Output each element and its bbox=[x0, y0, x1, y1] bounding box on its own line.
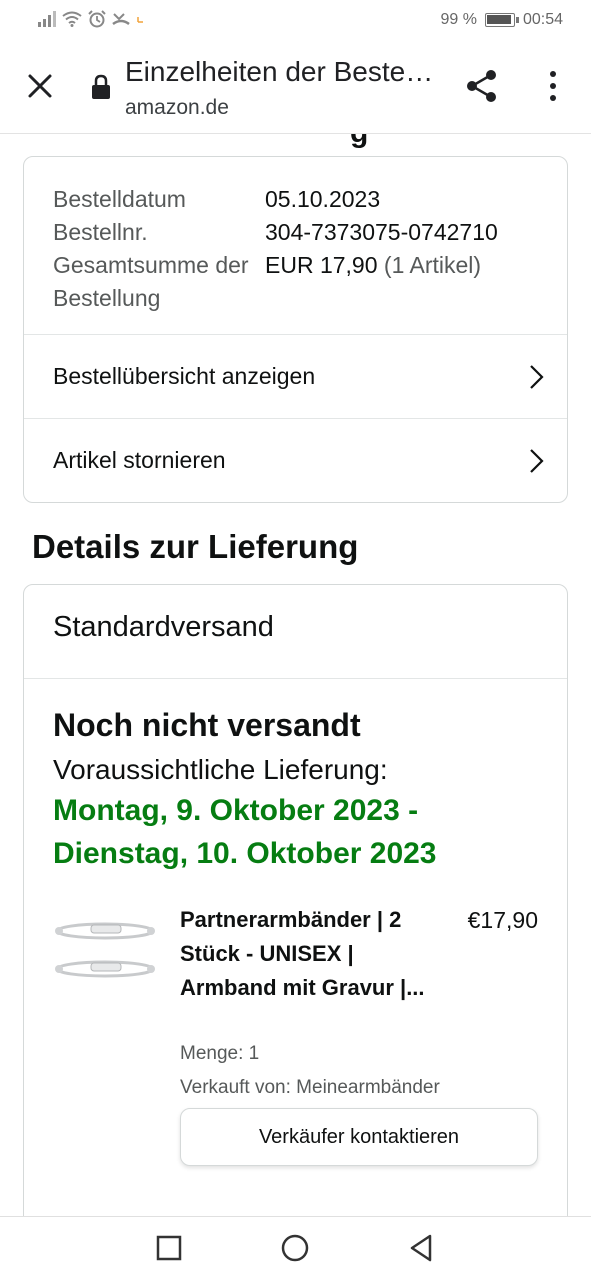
shipment-status: Noch nicht versandt bbox=[53, 707, 361, 743]
browser-toolbar: Einzelheiten der Bestellung amazon.de bbox=[0, 42, 591, 134]
page-url[interactable]: amazon.de bbox=[125, 96, 229, 120]
shipment-details: Noch nicht versandt Voraussichtliche Lie… bbox=[24, 679, 567, 1199]
status-right: 99 % 00:54 bbox=[440, 11, 563, 29]
order-number-value: 304-7373075-0742710 bbox=[265, 219, 498, 245]
order-item-count: (1 Artikel) bbox=[377, 252, 482, 278]
product-price: €17,90 bbox=[467, 907, 538, 933]
expected-delivery-label: Voraussichtliche Lieferung: bbox=[53, 754, 388, 785]
order-summary: Bestelldatum 05.10.2023 Bestellnr. 304-7… bbox=[24, 157, 567, 334]
system-nav-bar bbox=[0, 1216, 591, 1280]
close-icon[interactable] bbox=[22, 68, 58, 104]
delivery-card: Standardversand Noch nicht versandt Vora… bbox=[23, 584, 568, 1216]
view-order-summary-label: Bestellübersicht anzeigen bbox=[53, 363, 316, 389]
clipped-heading-fragment: g bbox=[350, 134, 368, 150]
view-order-summary-link[interactable]: Bestellübersicht anzeigen bbox=[24, 334, 567, 418]
page-title: Einzelheiten der Bestellung bbox=[125, 56, 435, 87]
status-icons bbox=[38, 10, 148, 28]
circle-icon[interactable] bbox=[280, 1233, 310, 1263]
share-icon[interactable] bbox=[464, 68, 500, 104]
triangle-back-icon[interactable] bbox=[406, 1233, 436, 1263]
square-icon[interactable] bbox=[154, 1233, 184, 1263]
battery-icon bbox=[484, 13, 519, 27]
status-bar: 99 % 00:54 bbox=[0, 0, 591, 42]
cancel-items-link[interactable]: Artikel stornieren bbox=[24, 418, 567, 502]
order-number-label: Bestellnr. bbox=[53, 219, 148, 245]
order-total-amount: EUR 17,90 bbox=[265, 252, 378, 278]
page-content: g Bestelldatum 05.10.2023 Bestellnr. 304… bbox=[0, 134, 591, 1216]
contact-seller-button[interactable]: Verkäufer kontaktieren bbox=[180, 1108, 538, 1166]
amazon-notification-icon bbox=[137, 17, 143, 23]
order-summary-card: Bestelldatum 05.10.2023 Bestellnr. 304-7… bbox=[23, 156, 568, 503]
delivery-date-end: Dienstag, 10. Oktober 2023 bbox=[53, 837, 437, 870]
cancel-items-label: Artikel stornieren bbox=[53, 447, 226, 473]
product-quantity: Menge: 1 bbox=[180, 1043, 260, 1064]
lock-icon bbox=[92, 74, 110, 99]
wifi-icon bbox=[62, 11, 82, 27]
delivery-date-start: Montag, 9. Oktober 2023 - bbox=[53, 794, 419, 827]
order-date-row: Bestelldatum 05.10.2023 bbox=[53, 183, 538, 216]
product-image[interactable] bbox=[53, 913, 157, 993]
alarm-icon bbox=[88, 10, 106, 28]
order-item: Partnerarmbänder | 2 Stück - UNISEX | Ar… bbox=[53, 903, 538, 1173]
delivery-section-title: Details zur Lieferung bbox=[32, 528, 359, 565]
chevron-right-icon bbox=[530, 449, 544, 473]
product-seller: Verkauft von: Meinearmbänder bbox=[180, 1077, 440, 1098]
order-number-row: Bestellnr. 304-7373075-0742710 bbox=[53, 216, 538, 249]
product-title-link[interactable]: Partnerarmbänder | 2 Stück - UNISEX | Ar… bbox=[180, 903, 425, 1005]
shipping-method: Standardversand bbox=[24, 585, 567, 679]
signal-icon bbox=[38, 11, 56, 27]
order-total-label: Gesamtsumme der Bestellung bbox=[53, 252, 249, 311]
order-date-value: 05.10.2023 bbox=[265, 186, 381, 212]
more-vert-icon[interactable] bbox=[541, 68, 565, 104]
missed-call-icon bbox=[112, 13, 130, 26]
clock: 00:54 bbox=[522, 11, 563, 28]
order-total-value: EUR 17,90 (1 Artikel) bbox=[265, 249, 481, 315]
order-total-row: Gesamtsumme der Bestellung EUR 17,90 (1 … bbox=[53, 249, 538, 315]
battery-percent: 99 % bbox=[440, 11, 477, 28]
chevron-right-icon bbox=[530, 365, 544, 389]
order-date-label: Bestelldatum bbox=[53, 186, 186, 212]
